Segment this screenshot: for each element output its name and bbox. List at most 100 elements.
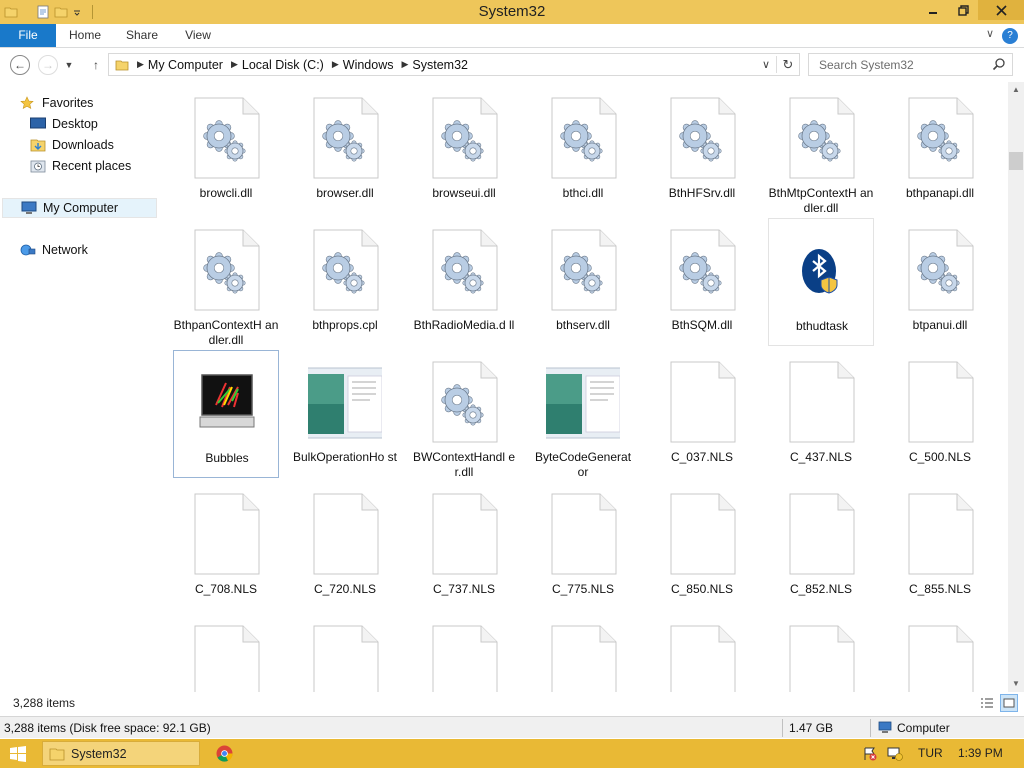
file-item[interactable] (411, 614, 517, 692)
nav-my-computer[interactable]: My Computer (2, 198, 157, 218)
file-item[interactable]: BthRadioMedia.d ll (411, 218, 517, 346)
blank-file-icon (308, 492, 382, 576)
file-item[interactable]: bthci.dll (530, 86, 636, 214)
file-name: browseui.dll (432, 186, 496, 200)
file-item[interactable] (887, 614, 993, 692)
file-item[interactable]: BthMtpContextH andler.dll (768, 86, 874, 215)
up-button[interactable]: ↑ (86, 55, 106, 75)
file-item[interactable] (768, 614, 874, 692)
refresh-icon[interactable]: ↻ (777, 57, 799, 73)
file-name: C_037.NLS (670, 450, 734, 464)
tray-network-icon[interactable] (886, 746, 904, 762)
file-item[interactable]: C_037.NLS (649, 350, 755, 478)
breadcrumb-windows[interactable]: Windows (343, 58, 394, 72)
file-item[interactable]: C_855.NLS (887, 482, 993, 610)
file-item[interactable]: C_500.NLS (887, 350, 993, 478)
computer-icon (21, 201, 37, 215)
file-item[interactable] (530, 614, 636, 692)
blank-file-icon (784, 624, 858, 692)
tab-view[interactable]: View (172, 24, 224, 47)
file-item[interactable]: BthSQM.dll (649, 218, 755, 346)
file-name: C_852.NLS (789, 582, 853, 596)
search-input[interactable]: Search System32 (819, 58, 914, 72)
file-item[interactable]: bthudtask (768, 218, 874, 346)
file-item[interactable]: C_852.NLS (768, 482, 874, 610)
clock[interactable]: 1:39 PM (958, 746, 1003, 760)
scrollbar-thumb[interactable] (1009, 152, 1023, 170)
breadcrumb-separator-icon[interactable]: ▶ (231, 59, 238, 70)
star-icon (20, 96, 36, 110)
nav-favorites[interactable]: Favorites (20, 93, 93, 113)
file-item[interactable] (173, 614, 279, 692)
file-item[interactable]: C_737.NLS (411, 482, 517, 610)
file-name: BthRadioMedia.d ll (413, 318, 515, 332)
file-name: C_500.NLS (908, 450, 972, 464)
file-item[interactable]: C_720.NLS (292, 482, 398, 610)
help-icon[interactable]: ? (1002, 28, 1018, 44)
computer-icon (878, 721, 892, 735)
file-item[interactable]: btpanui.dll (887, 218, 993, 346)
file-item[interactable]: C_708.NLS (173, 482, 279, 610)
file-item[interactable] (292, 614, 398, 692)
close-button[interactable] (978, 0, 1024, 20)
back-button[interactable]: ← (10, 55, 30, 75)
file-item[interactable]: BWContextHandl er.dll (411, 350, 517, 479)
breadcrumb-separator-icon[interactable]: ▶ (137, 59, 144, 70)
large-icons-view-icon[interactable] (1000, 694, 1018, 712)
file-item[interactable]: BthpanContextH andler.dll (173, 218, 279, 347)
breadcrumb-system32[interactable]: System32 (412, 58, 468, 72)
taskbar-explorer-item[interactable]: System32 (42, 741, 200, 766)
address-bar[interactable]: ▶ My Computer ▶ Local Disk (C:) ▶ Window… (108, 53, 800, 76)
blank-file-icon (784, 360, 858, 444)
nav-recent-places[interactable]: Recent places (30, 156, 131, 176)
tab-share[interactable]: Share (116, 24, 168, 47)
nav-network[interactable]: Network (20, 240, 88, 260)
file-item[interactable]: bthprops.cpl (292, 218, 398, 346)
search-box[interactable]: Search System32 (808, 53, 1013, 76)
file-item[interactable]: browser.dll (292, 86, 398, 214)
file-item[interactable]: BulkOperationHo st (292, 350, 398, 478)
tray-flag-icon[interactable] (862, 746, 878, 762)
restore-button[interactable] (948, 0, 978, 20)
minimize-button[interactable] (918, 0, 948, 20)
windows-start-icon[interactable] (8, 744, 28, 764)
forward-button[interactable]: → (38, 55, 58, 75)
breadcrumb-my-computer[interactable]: My Computer (148, 58, 223, 72)
address-dropdown-icon[interactable]: ∨ (756, 58, 776, 71)
expand-ribbon-icon[interactable]: ∨ (986, 27, 994, 40)
scroll-down-icon[interactable]: ▼ (1008, 676, 1024, 692)
file-name: BthSQM.dll (671, 318, 733, 332)
recent-places-icon (30, 159, 46, 173)
bluetooth-icon (785, 229, 859, 313)
breadcrumb-local-disk[interactable]: Local Disk (C:) (242, 58, 324, 72)
file-item[interactable] (649, 614, 755, 692)
file-item[interactable]: browcli.dll (173, 86, 279, 214)
tab-home[interactable]: Home (58, 24, 112, 47)
blank-file-icon (546, 624, 620, 692)
file-item[interactable]: bthserv.dll (530, 218, 636, 346)
file-item[interactable]: C_437.NLS (768, 350, 874, 478)
recent-locations-button[interactable]: ▼ (62, 55, 76, 75)
file-item[interactable]: bthpanapi.dll (887, 86, 993, 214)
nav-desktop[interactable]: Desktop (30, 114, 98, 134)
nav-recent-places-label: Recent places (52, 159, 132, 173)
breadcrumb-separator-icon[interactable]: ▶ (401, 59, 408, 70)
folder-icon (49, 747, 65, 761)
vertical-scrollbar[interactable]: ▲ ▼ (1008, 82, 1024, 692)
details-view-icon[interactable] (978, 694, 996, 712)
breadcrumb-separator-icon[interactable]: ▶ (332, 59, 339, 70)
chrome-icon[interactable] (216, 745, 233, 762)
search-icon[interactable] (992, 57, 1006, 74)
file-name: C_855.NLS (908, 582, 972, 596)
file-item[interactable]: C_850.NLS (649, 482, 755, 610)
file-item[interactable]: Bubbles (173, 350, 279, 478)
file-item[interactable]: browseui.dll (411, 86, 517, 214)
file-item[interactable]: BthHFSrv.dll (649, 86, 755, 214)
nav-downloads[interactable]: Downloads (30, 135, 114, 155)
input-language[interactable]: TUR (918, 746, 943, 760)
tab-file[interactable]: File (0, 24, 56, 47)
scroll-up-icon[interactable]: ▲ (1008, 82, 1024, 98)
file-item[interactable]: ByteCodeGenerat or (530, 350, 636, 479)
file-item[interactable]: C_775.NLS (530, 482, 636, 610)
blank-file-icon (308, 624, 382, 692)
